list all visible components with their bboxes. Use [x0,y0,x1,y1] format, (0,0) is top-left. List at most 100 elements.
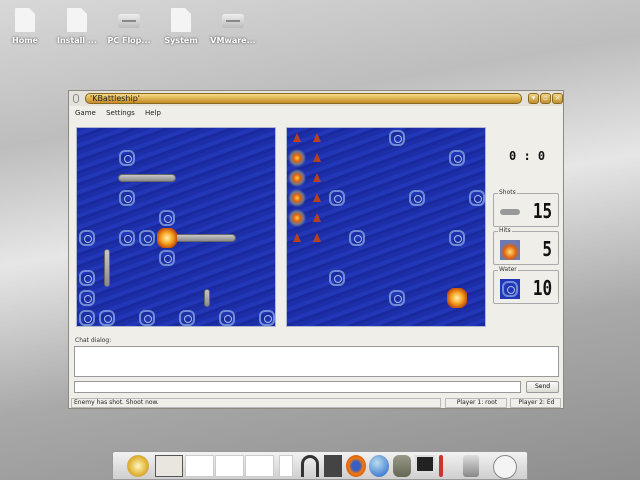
send-button[interactable]: Send [526,381,559,393]
water-splash-icon [117,148,137,168]
status-player2: Player 2: Ed [510,398,561,408]
water-splash-icon[interactable] [387,288,407,308]
minimize-button[interactable]: ▾ [528,93,539,104]
clapperboard-icon[interactable] [324,455,342,477]
desktop-icon-pcflop[interactable]: PC Flop... [101,8,157,45]
water-splash-icon [77,268,97,288]
drive-icon [222,14,244,28]
buoy-marker-icon[interactable] [307,228,327,248]
explosion-icon [500,240,520,260]
firefox-icon[interactable] [346,455,366,477]
status-message: Enemy has shot. Shoot now. [71,398,441,408]
window-title: 'KBattleship' [85,93,522,104]
kbattleship-window: 'KBattleship' ▾ ▫ × Game Settings Help 0… [68,90,564,409]
buoy-marker-icon[interactable] [287,228,307,248]
ship [118,174,176,182]
sunk-explosion-icon[interactable] [287,168,307,188]
hits-label: Hits [498,227,512,234]
terminal-icon[interactable] [415,455,435,473]
menu-bar: Game Settings Help [75,109,169,117]
water-splash-icon [77,228,97,248]
window-menu-icon[interactable] [73,94,79,103]
water-splash-icon [117,188,137,208]
desktop-icon-label: VMware... [210,36,256,45]
file-icon [67,8,87,32]
ship [104,249,110,287]
drive-icon [118,14,140,28]
water-splash-icon[interactable] [347,228,367,248]
taskbar-window-kbattleship[interactable] [155,455,183,477]
buoy-marker-icon[interactable] [307,148,327,168]
water-splash-icon[interactable] [447,228,467,248]
kmenu-icon[interactable] [127,455,149,477]
water-splash-icon [77,308,97,328]
status-player1: Player 1: root [445,398,507,408]
water-splash-icon [117,228,137,248]
buoy-marker-icon[interactable] [307,208,327,228]
desktop-icon-label: Install ... [56,36,98,45]
enemy-board[interactable] [286,127,486,327]
headphones-icon[interactable] [301,455,319,477]
sunk-explosion-icon[interactable] [287,188,307,208]
sunk-explosion-icon[interactable] [287,148,307,168]
taskbar [112,451,528,480]
buoy-marker-icon[interactable] [287,128,307,148]
taskbar-empty-slot[interactable] [279,455,293,477]
water-label: Water [498,266,518,273]
hits-value: 5 [542,237,552,261]
water-splash-icon[interactable] [407,188,427,208]
water-group: Water 10 [493,266,559,304]
maximize-button[interactable]: ▫ [540,93,551,104]
chat-label: Chat dialog: [75,337,112,344]
water-splash-icon [177,308,197,328]
chat-log[interactable] [74,346,559,377]
shots-group: Shots 15 [493,189,559,227]
ship-icon [500,202,520,222]
menu-settings[interactable]: Settings [106,109,135,117]
title-bar[interactable]: 'KBattleship' ▾ ▫ × [69,91,563,106]
fire-hit-icon [157,228,177,248]
browser-globe-icon[interactable] [369,455,389,477]
water-splash-icon[interactable] [467,188,487,208]
shots-label: Shots [498,189,517,196]
buoy-marker-icon[interactable] [307,168,327,188]
desktop-icon-install[interactable]: Install ... [49,8,105,45]
water-splash-icon [77,288,97,308]
menu-game[interactable]: Game [75,109,96,117]
desktop-icon-vmware[interactable]: VMware... [205,8,261,45]
gimp-icon[interactable] [393,455,411,477]
water-value: 10 [532,276,552,300]
desktop-pager-4[interactable] [245,455,274,477]
water-splash-icon [137,308,157,328]
hits-group: Hits 5 [493,227,559,265]
desktop-icon-label: System [164,36,198,45]
desktop-pager-3[interactable] [215,455,244,477]
water-splash-icon [97,308,117,328]
score-display: 0 : 0 [509,149,546,163]
temperature-icon [439,455,443,477]
ship [204,289,210,307]
water-splash-icon [217,308,237,328]
buoy-marker-icon[interactable] [307,188,327,208]
desktop-icon-label: Home [12,36,38,45]
water-splash-icon [257,308,277,328]
desktop-icon-home[interactable]: Home [0,8,53,45]
water-splash-icon[interactable] [387,128,407,148]
water-splash-icon[interactable] [327,268,347,288]
menu-help[interactable]: Help [145,109,161,117]
close-button[interactable]: × [552,93,563,104]
desktop-icon-system[interactable]: System [153,8,209,45]
water-splash-icon[interactable] [447,148,467,168]
sunk-explosion-icon[interactable] [287,208,307,228]
cpu-monitor-icon [463,455,479,477]
clock-icon[interactable] [493,455,517,479]
file-icon [171,8,191,32]
fire-hit-icon[interactable] [447,288,467,308]
buoy-marker-icon[interactable] [307,128,327,148]
water-splash-icon [157,208,177,228]
chat-input[interactable] [74,381,521,393]
water-icon [500,279,520,299]
desktop-pager-2[interactable] [185,455,214,477]
water-splash-icon[interactable] [327,188,347,208]
water-splash-icon [137,228,157,248]
